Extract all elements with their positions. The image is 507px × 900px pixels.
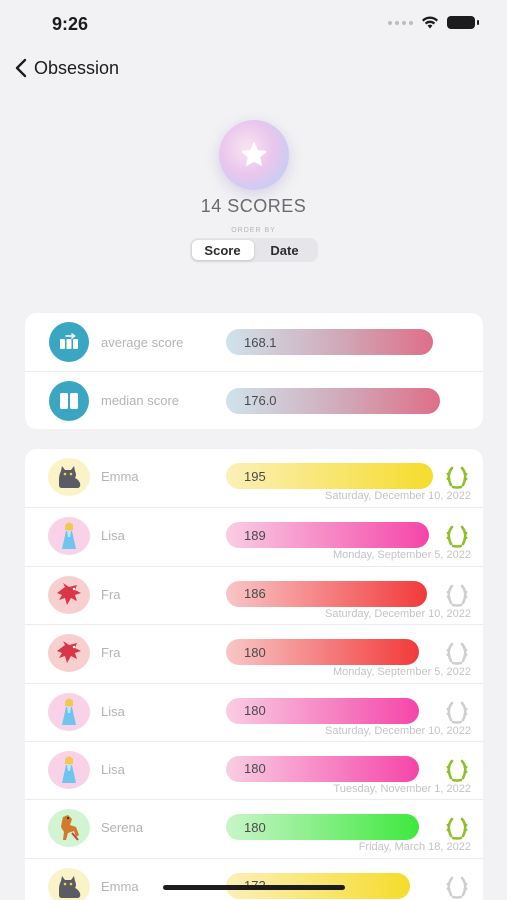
score-date: Monday, September 5, 2022	[333, 666, 471, 679]
score-bar: 195	[226, 463, 433, 489]
laurel-icon	[443, 698, 471, 726]
score-bar: 189	[226, 522, 429, 549]
laurel-icon	[443, 463, 471, 491]
player-name: Serena	[101, 820, 143, 836]
home-indicator	[163, 885, 345, 890]
status-time: 9:26	[52, 14, 89, 34]
order-option-date[interactable]: Date	[254, 240, 316, 260]
scores-count: 14 SCORES	[200, 196, 307, 216]
score-row[interactable]: Emma172	[25, 857, 483, 900]
laurel-icon	[443, 756, 471, 784]
laurel-icon	[443, 522, 471, 550]
cat-icon	[48, 458, 90, 496]
laurel-icon	[443, 639, 471, 667]
princess-icon	[48, 692, 90, 731]
score-date: Tuesday, November 1, 2022	[333, 782, 471, 795]
score-date: Saturday, December 10, 2022	[325, 490, 471, 502]
cat-icon	[48, 867, 90, 900]
status-icons	[388, 16, 479, 29]
player-name: Emma	[101, 878, 139, 894]
score-row[interactable]: Lisa 189 Monday, September 5, 2022	[25, 507, 483, 565]
score-row[interactable]: Fra 180 Monday, September 5, 2022	[25, 624, 483, 682]
score-row[interactable]: Serena 180 Friday, March 18, 2022	[25, 799, 483, 857]
average-icon	[49, 322, 89, 362]
star-badge	[218, 120, 289, 190]
score-date: Saturday, December 10, 2022	[325, 724, 471, 737]
stat-bar-median: 176.0	[226, 387, 440, 414]
scores-list: Emma 195 Saturday, December 10, 2022 Lisa 18…	[25, 449, 483, 900]
score-date: Saturday, December 10, 2022	[325, 607, 471, 620]
score-bar: 186	[226, 580, 427, 607]
stat-label-average: average score	[101, 334, 184, 350]
stat-row-median: median score 176.0	[25, 371, 483, 429]
score-row[interactable]: Emma 195 Saturday, December 10, 2022	[25, 449, 483, 507]
laurel-icon	[443, 581, 471, 609]
dragon-icon	[48, 634, 90, 673]
laurel-icon	[443, 873, 471, 900]
chevron-left-icon	[15, 58, 27, 78]
player-name: Lisa	[101, 528, 125, 544]
player-name: Fra	[101, 645, 121, 661]
dragon-icon	[48, 575, 90, 614]
princess-icon	[48, 517, 90, 556]
stat-bar-average: 168.1	[226, 329, 433, 355]
score-bar: 180	[226, 639, 419, 666]
wifi-icon	[422, 16, 438, 29]
order-segmented-control: Score Date	[189, 238, 318, 262]
order-by-label: ORDER BY	[231, 227, 276, 234]
stats-card: average score 168.1 median score 176.0	[25, 313, 483, 429]
scores-header: 14 SCORES ORDER BY Score Date	[0, 120, 507, 262]
score-row[interactable]: Fra 186 Saturday, December 10, 2022	[25, 565, 483, 624]
battery-icon	[447, 16, 479, 29]
laurel-icon	[443, 814, 471, 842]
status-bar: 9:26	[0, 0, 507, 48]
back-button[interactable]: Obsession	[14, 52, 119, 84]
nav-back-title: Obsession	[34, 57, 120, 78]
princess-icon	[48, 750, 90, 789]
stat-row-average: average score 168.1	[25, 313, 483, 371]
score-row[interactable]: Lisa 180 Saturday, December 10, 2022	[25, 682, 483, 741]
score-bar: 180	[226, 697, 419, 724]
score-bar: 180	[226, 814, 419, 841]
player-name: Lisa	[101, 761, 125, 777]
player-name: Emma	[101, 469, 139, 484]
score-row[interactable]: Lisa 180 Tuesday, November 1, 2022	[25, 740, 483, 799]
score-bar: 180	[226, 755, 419, 782]
score-date: Friday, March 18, 2022	[358, 841, 471, 854]
player-name: Fra	[101, 586, 121, 602]
player-name: Lisa	[101, 703, 125, 719]
stat-label-median: median score	[101, 393, 180, 408]
order-option-score[interactable]: Score	[191, 240, 254, 260]
median-icon	[49, 380, 89, 421]
cellular-signal-icon	[388, 20, 413, 25]
score-date: Monday, September 5, 2022	[333, 549, 471, 562]
star-icon	[241, 142, 266, 166]
horse-icon	[48, 809, 90, 848]
